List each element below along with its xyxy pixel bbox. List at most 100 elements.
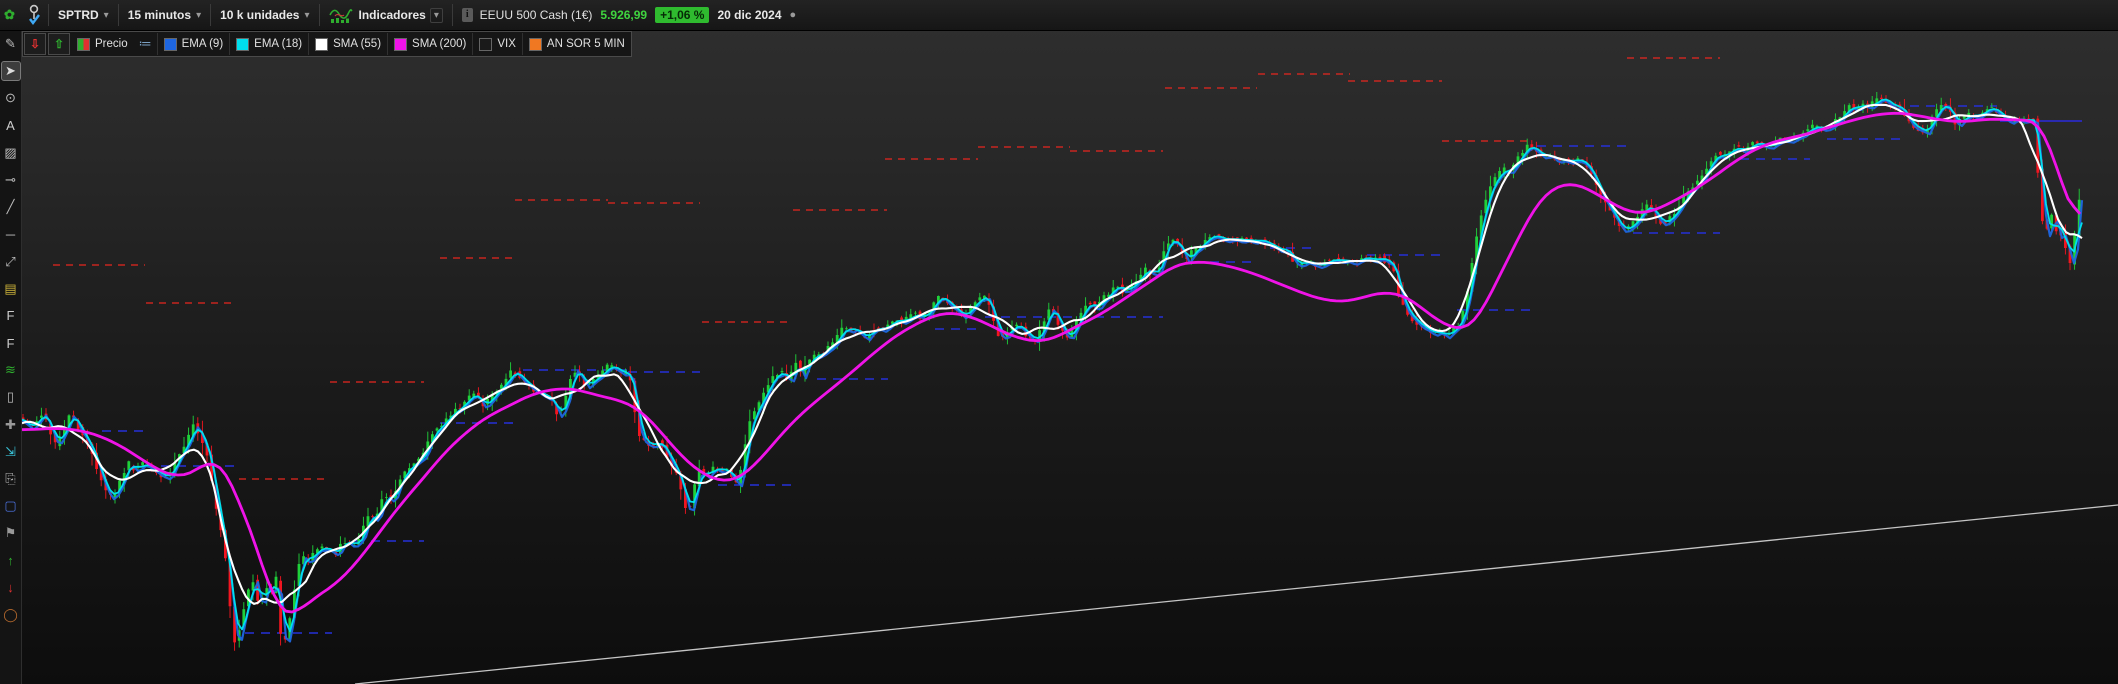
draw-pencil-tool[interactable]: ✎ <box>1 34 21 54</box>
resize-tool[interactable]: ⇲ <box>1 442 21 462</box>
link-windows-button[interactable] <box>20 0 48 30</box>
indicator-color-swatch <box>528 37 542 51</box>
legend-indicators: EMA (9) EMA (18) SMA (55) SMA (200) VIX AN SO… <box>156 33 631 55</box>
trendline-tool[interactable]: ╱ <box>1 197 21 217</box>
timeframe-label: 15 minutos <box>127 8 192 22</box>
legend-label: SMA (200) <box>412 38 467 50</box>
chart-area[interactable] <box>0 0 2118 684</box>
legend-item-vix[interactable]: VIX <box>472 33 522 55</box>
chevron-down-icon: ▾ <box>304 9 310 21</box>
indicators-button[interactable]: Indicadores ▾ <box>320 0 452 30</box>
text-tool-tool[interactable]: A <box>1 116 21 136</box>
indicator-color-swatch <box>236 37 250 51</box>
fibonacci-icon: F <box>6 308 15 324</box>
trash-tool[interactable]: ▯ <box>1 387 21 407</box>
key-check-icon <box>29 4 40 25</box>
segment-tool-tool[interactable]: ⊸ <box>1 170 21 190</box>
units-label: 10 k unidades <box>220 8 300 22</box>
legend-label: Precio <box>95 38 128 50</box>
indicator-color-swatch <box>479 37 493 51</box>
text-tool-icon: A <box>6 118 15 134</box>
chevron-down-icon: ▾ <box>196 9 202 21</box>
arrow-up-tool[interactable]: ↑ <box>1 551 21 571</box>
quote-change-badge: +1,06 % <box>655 7 710 23</box>
clipboard-tool[interactable]: ⎘ <box>1 469 21 489</box>
up-arrow-icon: ⇧ <box>53 37 65 51</box>
plant-icon: ✿ <box>4 7 15 22</box>
arrow-down-tool[interactable]: ↓ <box>1 578 21 598</box>
legend-label: SMA (55) <box>333 38 382 50</box>
fibonacci-tool[interactable]: F <box>1 306 21 326</box>
draw-pencil-icon: ✎ <box>5 36 16 51</box>
arrow-up-icon: ↑ <box>7 553 14 569</box>
levels-icon: ▤ <box>4 280 17 296</box>
legend-label: EMA (18) <box>254 38 303 50</box>
flag-tool[interactable]: ⚑ <box>1 523 21 543</box>
indicator-color-swatch <box>315 37 329 51</box>
legend-item-ema-18-[interactable]: EMA (18) <box>229 33 308 55</box>
legend-label: VIX <box>497 38 516 50</box>
legend-item-an-sor-5-min[interactable]: AN SOR 5 MIN <box>521 33 631 55</box>
fibonacci-fan-icon: F <box>6 335 15 351</box>
legend-bar: ⇩ ⇧ Precio ≔ EMA (9) EMA (18) SMA (55) SMA … <box>22 31 632 57</box>
flag-icon: ⚑ <box>4 525 17 541</box>
legend-label: EMA (9) <box>181 38 224 50</box>
zigzag-tool[interactable]: ≋ <box>1 360 21 380</box>
selection-box-tool[interactable]: ▢ <box>1 496 21 516</box>
hline-icon: ─ <box>5 226 16 242</box>
indicator-color-swatch <box>394 37 408 51</box>
workspace-icon[interactable]: ✿ <box>0 0 20 30</box>
units-selector[interactable]: 10 k unidades ▾ <box>211 0 318 30</box>
trash-icon: ▯ <box>6 389 15 405</box>
trendline-icon: ╱ <box>6 199 15 215</box>
indicators-label: Indicadores <box>358 8 426 22</box>
legend-item-sma-200-[interactable]: SMA (200) <box>387 33 472 55</box>
legend-item-ema-9-[interactable]: EMA (9) <box>156 33 230 55</box>
fibonacci-fan-tool[interactable]: F <box>1 333 21 353</box>
arrow-down-icon: ↓ <box>7 580 14 596</box>
zoom-tool-tool[interactable]: ⊙ <box>1 88 21 108</box>
quote-bar: i EEUU 500 Cash (1€) 5.926,99 +1,06 % 20… <box>453 0 805 30</box>
zigzag-icon: ≋ <box>5 362 16 378</box>
sell-arrow-button[interactable]: ⇩ <box>24 33 46 55</box>
quote-date: 20 dic 2024 <box>717 8 782 22</box>
move-icon: ✚ <box>5 416 16 432</box>
eraser-icon: ▨ <box>4 144 17 160</box>
legend-item-sma-55-[interactable]: SMA (55) <box>308 33 387 55</box>
zoom-tool-icon: ⊙ <box>5 90 16 106</box>
instrument-label: SPTRD <box>58 8 99 22</box>
move-tool[interactable]: ✚ <box>1 415 21 435</box>
indicator-color-swatch <box>163 37 177 51</box>
legend-label: AN SOR 5 MIN <box>546 38 625 50</box>
ray-tool[interactable]: ⤢ <box>1 252 21 272</box>
cursor-icon: ➤ <box>5 63 16 79</box>
price-chart[interactable] <box>0 0 2118 684</box>
resize-icon: ⇲ <box>5 443 16 459</box>
price-color-swatch <box>77 37 90 51</box>
ellipse-plus-tool[interactable]: ◯ <box>1 605 21 625</box>
clipboard-icon: ⎘ <box>5 471 16 486</box>
ray-icon: ⤢ <box>5 253 16 269</box>
timeframe-selector[interactable]: 15 minutos ▾ <box>119 0 210 30</box>
segment-tool-icon: ⊸ <box>5 171 16 187</box>
instrument-selector[interactable]: SPTRD ▾ <box>49 0 118 30</box>
eraser-tool[interactable]: ▨ <box>1 143 21 163</box>
legend-item-precio[interactable]: Precio <box>71 33 134 55</box>
cursor-tool[interactable]: ➤ <box>0 61 21 82</box>
top-toolbar: ✿ SPTRD ▾ 15 minutos ▾ 10 k unidades ▾ I… <box>0 0 2118 31</box>
status-dot-icon[interactable]: ● <box>790 9 797 21</box>
trading-platform-window: { "toolbar": { "instrument_selector": "S… <box>0 0 2118 684</box>
selection-box-icon: ▢ <box>4 498 17 514</box>
buy-arrow-button[interactable]: ⇧ <box>48 33 70 55</box>
levels-tool[interactable]: ▤ <box>1 279 21 299</box>
ellipse-plus-icon: ◯ <box>3 606 18 622</box>
chevron-down-icon: ▾ <box>429 7 443 23</box>
quote-name: EEUU 500 Cash (1€) <box>479 8 593 22</box>
hline-tool[interactable]: ─ <box>1 224 21 244</box>
indicator-chart-icon <box>328 9 353 23</box>
info-icon[interactable]: i <box>461 8 473 22</box>
list-icon[interactable]: ≔ <box>134 36 157 52</box>
drawing-toolbar: ✎ ➤ ⊙ A ▨ ⊸ ╱ ─ ⤢ ▤ F F ≋ ▯ ✚ ⇲ ⎘ ▢ ⚑ ↑ ↓ ◯ <box>0 30 22 684</box>
quote-price: 5.926,99 <box>600 8 648 22</box>
down-arrow-icon: ⇩ <box>29 37 41 51</box>
